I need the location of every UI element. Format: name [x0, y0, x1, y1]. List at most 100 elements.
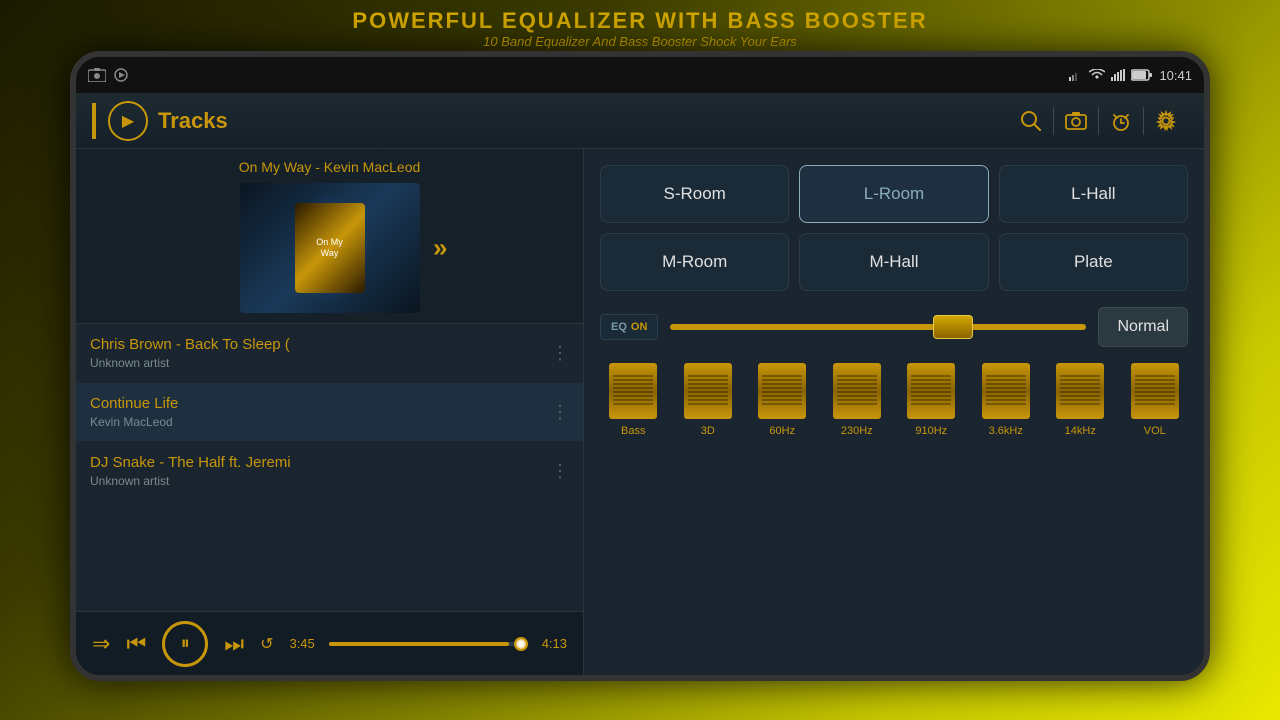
player-controls: ⇒ ⏮ ⏸ ⏭ ↺ 3:45 4:13: [76, 611, 583, 675]
track-menu-button[interactable]: ⋮: [551, 402, 569, 423]
band-slider-60hz[interactable]: [758, 363, 806, 419]
band-slider-910hz[interactable]: [907, 363, 955, 419]
left-border-accent: [92, 103, 96, 139]
play-status-icon: [114, 68, 128, 82]
settings-button[interactable]: [1144, 99, 1188, 143]
side-bump-right: [1204, 257, 1210, 307]
track-artist: Unknown artist: [90, 474, 551, 488]
side-bump-left: [70, 257, 76, 307]
track-info: Continue Life Kevin MacLeod: [90, 395, 551, 429]
eq-preset-normal[interactable]: Normal: [1098, 307, 1188, 347]
band-label-vol: VOL: [1144, 425, 1166, 437]
album-art-background: On MyWay: [240, 183, 420, 313]
reverb-plate-button[interactable]: Plate: [999, 233, 1188, 291]
track-info: Chris Brown - Back To Sleep ( Unknown ar…: [90, 336, 551, 370]
reverb-lroom-button[interactable]: L-Room: [799, 165, 988, 223]
forward-arrows[interactable]: »: [433, 233, 447, 264]
right-panel: S-Room L-Room L-Hall M-Room M-Hall Plate…: [584, 149, 1204, 675]
reverb-lhall-button[interactable]: L-Hall: [999, 165, 1188, 223]
status-bar: 10:41: [76, 57, 1204, 93]
progress-bar[interactable]: [329, 642, 527, 646]
search-button[interactable]: [1009, 99, 1053, 143]
toolbar-icons: [1009, 99, 1188, 143]
signal-bars-icon: [1111, 69, 1125, 81]
band-slider-bass[interactable]: [609, 363, 657, 419]
eq-band-bass: Bass: [600, 363, 667, 437]
track-info: DJ Snake - The Half ft. Jeremi Unknown a…: [90, 454, 551, 488]
eq-on-label: ON: [631, 321, 648, 333]
eq-slider-track: [670, 324, 1086, 330]
photo-button[interactable]: [1054, 99, 1098, 143]
band-label-3d: 3D: [701, 425, 715, 437]
now-playing-title: On My Way - Kevin MacLeod: [239, 159, 421, 175]
track-name: Continue Life: [90, 395, 551, 412]
reverb-grid: S-Room L-Room L-Hall M-Room M-Hall Plate: [600, 165, 1188, 291]
main-content: On My Way - Kevin MacLeod On MyWay: [76, 149, 1204, 675]
album-art: On MyWay: [240, 183, 420, 313]
track-menu-button[interactable]: ⋮: [551, 461, 569, 482]
wifi-icon: [1089, 69, 1105, 81]
eq-band-230hz: 230Hz: [824, 363, 891, 437]
eq-band-3d: 3D: [675, 363, 742, 437]
status-right: 10:41: [1069, 68, 1192, 83]
shuffle-button[interactable]: ⇒: [92, 631, 110, 657]
album-art-center: On MyWay: [295, 203, 365, 293]
eq-controls: EQ ON Normal: [600, 307, 1188, 347]
play-header-icon[interactable]: [108, 101, 148, 141]
band-label-910hz: 910Hz: [915, 425, 947, 437]
eq-band-vol: VOL: [1122, 363, 1189, 437]
eq-label: EQ: [611, 321, 627, 333]
left-panel: On My Way - Kevin MacLeod On MyWay: [76, 149, 584, 675]
banner-subtitle: 10 Band Equalizer And Bass Booster Shock…: [0, 34, 1280, 49]
eq-on-badge[interactable]: EQ ON: [600, 314, 658, 340]
signal-icon: [1069, 69, 1083, 81]
reverb-mhall-button[interactable]: M-Hall: [799, 233, 988, 291]
progress-fill: [329, 642, 509, 646]
reverb-sroom-button[interactable]: S-Room: [600, 165, 789, 223]
band-label-bass: Bass: [621, 425, 645, 437]
status-left: [88, 68, 128, 82]
eq-band-14khz: 14kHz: [1047, 363, 1114, 437]
band-slider-3d[interactable]: [684, 363, 732, 419]
current-time: 3:45: [289, 636, 321, 651]
eq-master-slider[interactable]: [670, 315, 1086, 339]
band-slider-36khz[interactable]: [982, 363, 1030, 419]
prev-button[interactable]: ⏮: [126, 631, 146, 657]
band-slider-14khz[interactable]: [1056, 363, 1104, 419]
eq-band-60hz: 60Hz: [749, 363, 816, 437]
band-label-14khz: 14kHz: [1065, 425, 1096, 437]
photo-status-icon: [88, 68, 106, 82]
top-banner: POWERFUL EQUALIZER WITH BASS BOOSTER 10 …: [0, 0, 1280, 51]
progress-thumb: [514, 637, 528, 651]
track-artist: Kevin MacLeod: [90, 415, 551, 429]
battery-icon: [1131, 69, 1153, 81]
pause-button[interactable]: ⏸: [162, 621, 208, 667]
eq-slider-thumb: [933, 315, 973, 339]
track-item[interactable]: Chris Brown - Back To Sleep ( Unknown ar…: [76, 324, 583, 383]
band-label-60hz: 60Hz: [769, 425, 795, 437]
now-playing-section: On My Way - Kevin MacLeod On MyWay: [76, 149, 583, 324]
track-item[interactable]: Continue Life Kevin MacLeod ⋮: [76, 383, 583, 442]
band-slider-vol[interactable]: [1131, 363, 1179, 419]
band-label-36khz: 3.6kHz: [989, 425, 1023, 437]
eq-band-910hz: 910Hz: [898, 363, 965, 437]
page-title: Tracks: [158, 108, 1009, 134]
alarm-button[interactable]: [1099, 99, 1143, 143]
repeat-button[interactable]: ↺: [260, 634, 273, 654]
progress-section: 3:45 4:13: [289, 636, 567, 651]
reverb-mroom-button[interactable]: M-Room: [600, 233, 789, 291]
top-bar: Tracks: [76, 93, 1204, 149]
tablet-frame: 10:41 Tracks: [70, 51, 1210, 681]
track-name: DJ Snake - The Half ft. Jeremi: [90, 454, 551, 471]
now-playing-info: On My Way - Kevin MacLeod On MyWay: [86, 159, 573, 313]
time-display: 10:41: [1159, 68, 1192, 83]
track-menu-button[interactable]: ⋮: [551, 343, 569, 364]
track-item[interactable]: DJ Snake - The Half ft. Jeremi Unknown a…: [76, 442, 583, 501]
eq-band-36khz: 3.6kHz: [973, 363, 1040, 437]
eq-bands: Bass 3D 60Hz 230Hz: [600, 363, 1188, 437]
band-label-230hz: 230Hz: [841, 425, 873, 437]
track-artist: Unknown artist: [90, 356, 551, 370]
next-button[interactable]: ⏭: [224, 631, 244, 657]
band-slider-230hz[interactable]: [833, 363, 881, 419]
track-list: Chris Brown - Back To Sleep ( Unknown ar…: [76, 324, 583, 611]
